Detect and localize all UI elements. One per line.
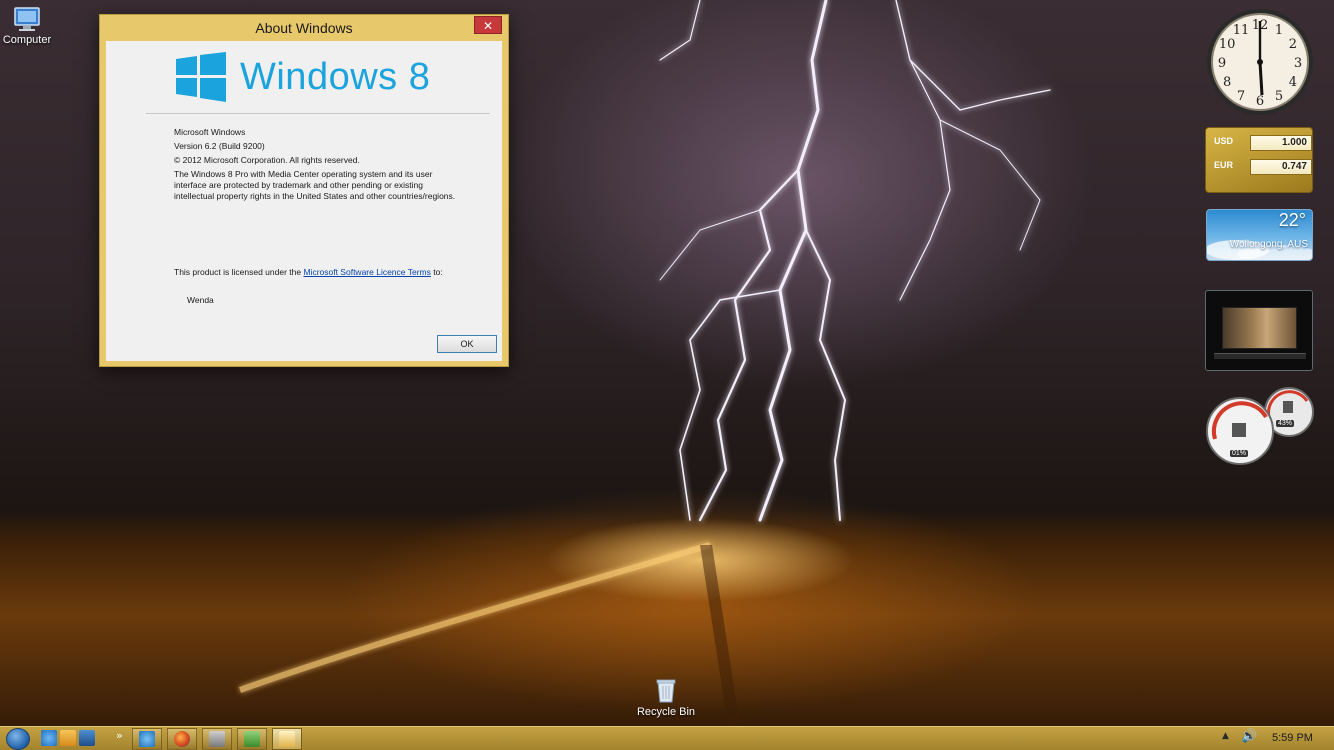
currency-gadget[interactable]: USD 1.000 EUR 0.747 [1205,127,1313,193]
taskbar-button-internet-explorer[interactable] [132,728,162,750]
desktop: Computer Recycle Bin About Windows ✕ Win… [0,0,1334,750]
license-suffix: to: [430,267,443,277]
cpu-meter-gauges [1206,387,1314,465]
cpu-percent: 01% [1230,450,1249,457]
folder-icon [279,731,295,747]
clock-numeral: 5 [1275,89,1283,104]
windows-flag-icon [176,52,226,102]
product-name: Microsoft Windows [174,127,246,137]
weather-gadget[interactable]: 22° Wollongong, AUS [1206,209,1313,261]
dialog-client-area: Windows 8 Microsoft Windows Version 6.2 … [106,41,502,361]
start-button[interactable] [6,728,30,750]
dialog-title: About Windows [255,20,353,36]
about-windows-dialog: About Windows ✕ Windows 8 Microsoft Wind… [99,14,509,367]
slideshow-gadget[interactable] [1205,290,1313,371]
license-prefix: This product is licensed under the [174,267,304,277]
volume-icon[interactable]: 🔊 [1241,729,1257,744]
clock-numeral: 7 [1237,89,1245,104]
ok-button[interactable]: OK [437,335,497,353]
slideshow-controls[interactable] [1214,353,1306,359]
computer-desktop-icon[interactable]: Computer [0,6,62,46]
currency-row: EUR 0.747 [1212,159,1312,175]
currency-value[interactable]: 0.747 [1250,159,1312,175]
app-icon [244,731,260,747]
show-desktop-quicklaunch-icon[interactable] [79,730,95,746]
licensed-user: Wenda [187,295,214,305]
computer-label: Computer [2,34,52,46]
clock-hour-hand [1258,61,1264,96]
copyright-text: © 2012 Microsoft Corporation. All rights… [174,155,360,165]
app-icon [209,731,225,747]
clock-numeral: 1 [1275,23,1283,38]
taskbar-clock[interactable]: 5:59 PM [1272,732,1313,744]
license-text: This product is licensed under the Micro… [174,267,464,278]
clock-numeral: 10 [1219,37,1236,52]
taskbar: » ▲ 🔊 5:59 PM [0,726,1334,750]
description-text: The Windows 8 Pro with Media Center oper… [174,169,456,201]
version-info: Microsoft Windows Version 6.2 (Build 920… [174,127,464,205]
internet-explorer-icon [139,731,155,747]
weather-temperature: 22° [1278,210,1306,230]
windows-logo-text: Windows 8 [240,55,431,98]
taskbar-button-app[interactable] [237,728,267,750]
media-player-quicklaunch-icon[interactable] [60,730,76,746]
currency-code[interactable]: USD [1214,136,1233,146]
license-terms-link[interactable]: Microsoft Software Licence Terms [303,267,430,277]
taskbar-button-app[interactable] [202,728,232,750]
recycle-bin-label: Recycle Bin [636,706,696,718]
clock-gadget[interactable]: 121234567891011 [1205,7,1315,117]
currency-row: USD 1.000 [1212,135,1312,151]
clock-numeral: 11 [1233,23,1250,38]
internet-explorer-quicklaunch-icon[interactable] [41,730,57,746]
divider [146,113,490,114]
firefox-icon [174,731,190,747]
tray-overflow-icon[interactable]: ▲ [1222,731,1229,741]
memory-percent: 43% [1276,420,1295,427]
clock-numeral: 4 [1289,75,1297,90]
clock-numeral: 2 [1289,37,1297,52]
taskbar-button-firefox[interactable] [167,728,197,750]
currency-value[interactable]: 1.000 [1250,135,1312,151]
clock-numeral: 3 [1294,56,1302,71]
weather-location: Wollongong, AUS [1229,239,1308,250]
clock-numeral: 9 [1218,56,1226,71]
windows-logo: Windows 8 [176,51,430,103]
taskbar-button-file-explorer[interactable] [272,728,302,750]
cpu-meter-gadget[interactable]: 43% 01% [1203,387,1315,467]
version-text: Version 6.2 (Build 9200) [174,141,265,151]
clock-numeral: 6 [1256,94,1264,109]
currency-code[interactable]: EUR [1214,160,1233,170]
quicklaunch-overflow-icon[interactable]: » [116,729,123,742]
clock-face: 121234567891011 [1207,9,1313,115]
slideshow-image [1222,307,1297,349]
recycle-bin-desktop-icon[interactable]: Recycle Bin [631,678,701,718]
clock-numeral: 8 [1223,75,1231,90]
recycle-bin-icon [656,679,676,703]
close-button[interactable]: ✕ [474,16,502,34]
computer-icon [14,7,40,31]
